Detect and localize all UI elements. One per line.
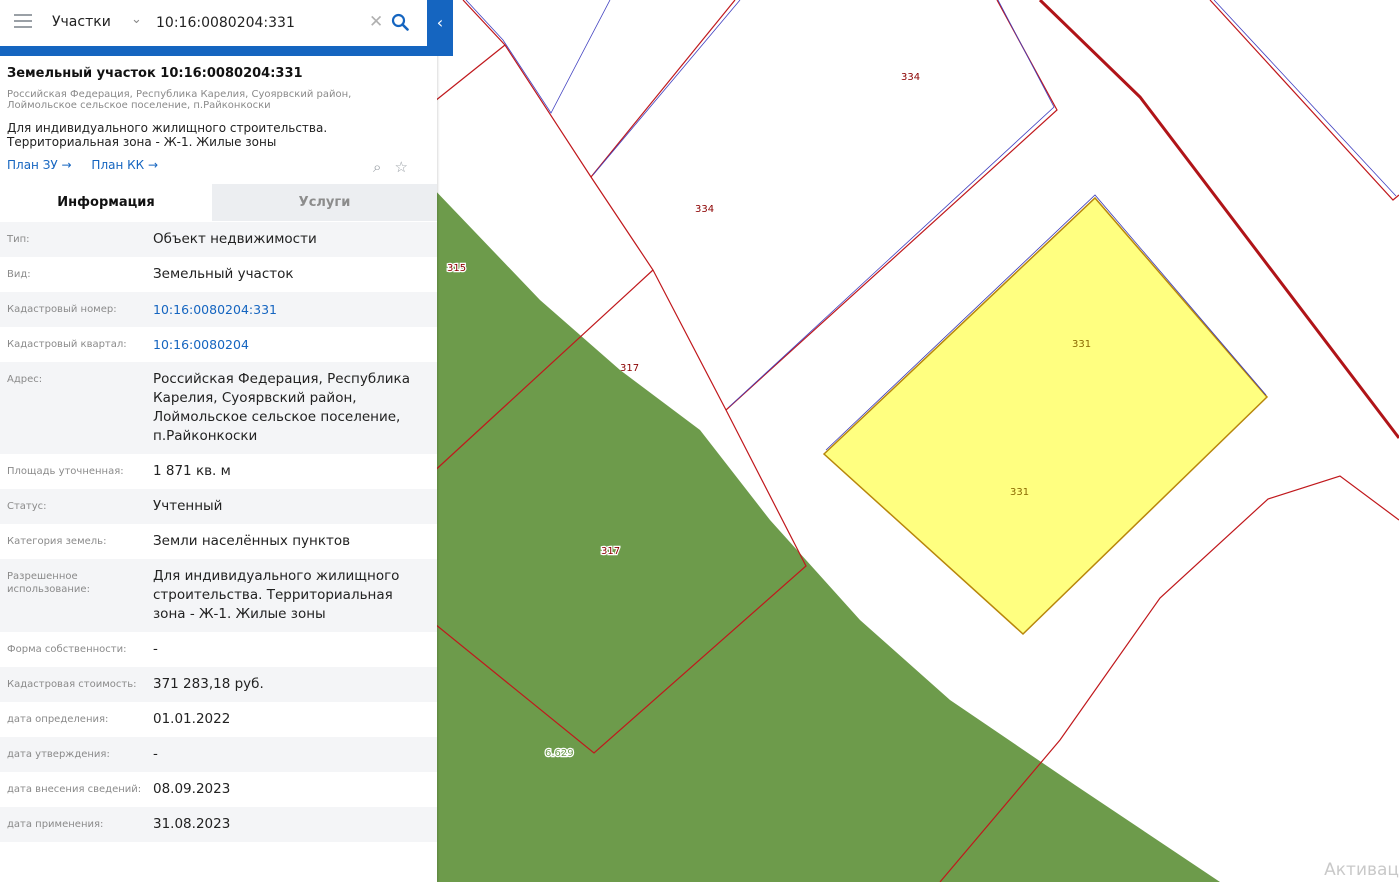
info-label: дата определения:: [7, 714, 109, 725]
info-label: Категория земель:: [7, 536, 107, 547]
zoom-to-object-icon[interactable]: ⌕: [373, 158, 381, 176]
info-value: Объект недвижимости: [153, 231, 317, 247]
info-label: Разрешенное использование:: [7, 571, 90, 595]
info-row: Форма собственности: -: [0, 632, 437, 667]
info-row: Тип: Объект недвижимости: [0, 222, 437, 257]
cadastral-number-link[interactable]: 10:16:0080204:331: [153, 300, 425, 319]
info-row: дата применения: 31.08.2023: [0, 807, 437, 842]
info-value: 371 283,18 руб.: [153, 676, 264, 692]
plan-links: План ЗУ → План КК →: [7, 158, 174, 172]
info-label: дата утверждения:: [7, 749, 110, 760]
info-label: Кадастровая стоимость:: [7, 679, 137, 690]
parcel-label-331b: 331: [1010, 487, 1029, 498]
info-value: -: [153, 746, 158, 762]
card-tools: ⌕ ☆: [373, 157, 416, 176]
cadastral-quarter-link[interactable]: 10:16:0080204: [153, 335, 425, 354]
info-label: Статус:: [7, 501, 47, 512]
info-label: Площадь уточненная:: [7, 466, 124, 477]
info-row: Вид: Земельный участок: [0, 257, 437, 292]
info-value: Для индивидуального жилищного строительс…: [153, 568, 400, 622]
info-value: 08.09.2023: [153, 781, 231, 797]
info-row: Адрес: Российская Федерация, Республика …: [0, 362, 437, 454]
info-value: 1 871 кв. м: [153, 463, 231, 479]
info-row: Кадастровый номер: 10:16:0080204:331: [0, 292, 437, 327]
info-label: Адрес:: [7, 374, 43, 385]
hamburger-menu-icon[interactable]: [14, 14, 32, 30]
info-label: Вид:: [7, 269, 31, 280]
tabs: Информация Услуги: [0, 184, 437, 221]
info-value: 31.08.2023: [153, 816, 231, 832]
info-label: дата внесения сведений:: [7, 784, 142, 795]
info-label: дата применения:: [7, 819, 104, 830]
info-row: Кадастровая стоимость: 371 283,18 руб.: [0, 667, 437, 702]
chevron-down-icon[interactable]: ⌄: [131, 12, 142, 27]
info-value: Земли населённых пунктов: [153, 533, 351, 549]
clear-icon[interactable]: ✕: [369, 12, 383, 32]
area-label-6629: 6.629: [545, 748, 574, 759]
parcel-label-334b: 334: [695, 204, 714, 215]
info-value: Российская Федерация, Республика Карелия…: [153, 371, 410, 444]
plan-kk-link[interactable]: План КК →: [91, 158, 158, 172]
tab-services[interactable]: Услуги: [212, 184, 437, 221]
info-value: Учтенный: [153, 498, 223, 514]
info-label: Тип:: [7, 234, 30, 245]
search-accent-bar: [0, 46, 427, 56]
info-label: Форма собственности:: [7, 644, 127, 655]
plan-zu-link[interactable]: План ЗУ →: [7, 158, 72, 172]
parcel-label-331a: 331: [1072, 339, 1091, 350]
collapse-panel-button[interactable]: ‹: [427, 0, 453, 56]
parcel-label-317a: 317: [620, 363, 639, 374]
info-panel: Участки ⌄ ✕ Земельный участок 10:16:0080…: [0, 0, 437, 882]
info-value: 01.01.2022: [153, 711, 231, 727]
info-row: Разрешенное использование: Для индивидуа…: [0, 559, 437, 632]
info-label: Кадастровый номер:: [7, 304, 117, 315]
parcel-label-334a: 334: [901, 72, 920, 83]
info-row: Категория земель: Земли населённых пункт…: [0, 524, 437, 559]
search-icon[interactable]: [391, 13, 409, 31]
info-value: -: [153, 641, 158, 657]
parcel-label-317b: 317: [601, 546, 620, 557]
info-row: дата определения: 01.01.2022: [0, 702, 437, 737]
search-bar: Участки ⌄ ✕: [0, 0, 427, 47]
parcel-permitted-use: Для индивидуального жилищного строительс…: [7, 121, 328, 149]
info-row: Кадастровый квартал: 10:16:0080204: [0, 327, 437, 362]
parcel-label-315: 315: [447, 263, 466, 274]
tab-information[interactable]: Информация: [0, 184, 212, 221]
search-input[interactable]: [156, 12, 361, 34]
info-row: дата утверждения: -: [0, 737, 437, 772]
object-type-select[interactable]: Участки: [52, 14, 111, 30]
parcel-address: Российская Федерация, Республика Карелия…: [7, 89, 352, 111]
info-label: Кадастровый квартал:: [7, 339, 127, 350]
parcel-title: Земельный участок 10:16:0080204:331: [7, 66, 303, 81]
info-row: Статус: Учтенный: [0, 489, 437, 524]
info-row: Площадь уточненная: 1 871 кв. м: [0, 454, 437, 489]
info-row: дата внесения сведений: 08.09.2023: [0, 772, 437, 807]
activation-watermark: Активац: [1324, 860, 1399, 880]
favorite-star-icon[interactable]: ☆: [395, 158, 408, 176]
info-value: Земельный участок: [153, 266, 294, 282]
